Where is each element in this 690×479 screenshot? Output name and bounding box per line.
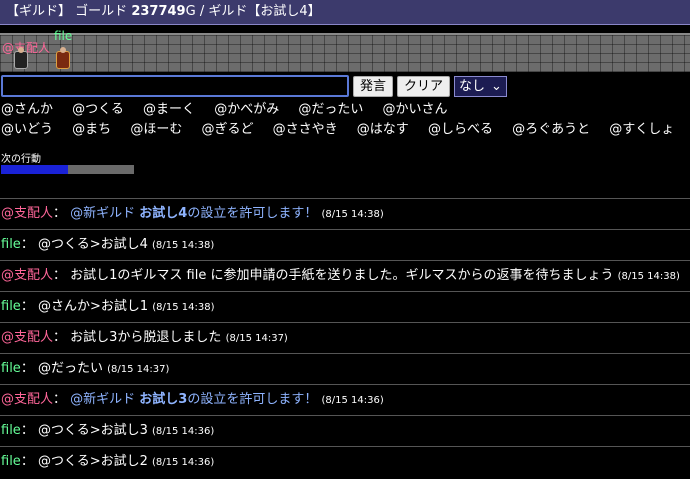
target-select[interactable]: なし ⌄	[454, 75, 507, 97]
log-separator: ：	[20, 454, 38, 469]
command-idou[interactable]: @いどう	[1, 122, 53, 137]
log-message-part: お試し3から脱退しました	[70, 330, 222, 345]
character-name-file: file	[54, 29, 73, 43]
log-entry: @支配人： お試し3から脱退しました (8/15 14:37)	[0, 322, 690, 353]
log-timestamp: (8/15 14:37)	[225, 333, 288, 344]
log-separator: ：	[53, 330, 71, 345]
log-separator: ：	[20, 361, 38, 376]
log-speaker[interactable]: file	[1, 237, 21, 252]
gold-value: 237749	[131, 4, 186, 19]
command-tsukuru[interactable]: @つくる	[72, 102, 124, 117]
command-row-2: @いどう @まち @ほーむ @ぎるど @ささやき @はなす @しらべる @ろぐあ…	[1, 120, 690, 140]
speak-button[interactable]: 発言	[353, 75, 394, 97]
log-speaker[interactable]: @支配人	[1, 268, 53, 283]
chat-log: @支配人： @新ギルド お試し4の設立を許可します！ (8/15 14:38) f…	[0, 198, 690, 477]
command-girudo[interactable]: @ぎるど	[201, 122, 253, 137]
log-timestamp: (8/15 14:38)	[152, 302, 215, 313]
command-kabegami[interactable]: @かべがみ	[214, 102, 279, 117]
log-entry: @支配人： @新ギルド お試し3の設立を許可します！ (8/15 14:36)	[0, 384, 690, 415]
target-select-value: なし	[459, 78, 486, 94]
gold-unit: G	[185, 4, 196, 19]
next-action-label: 次の行動	[1, 154, 41, 165]
log-entry: file： @つくる>お試し2 (8/15 14:36)	[0, 446, 690, 477]
log-message-part: の設立を許可します！	[187, 206, 318, 221]
log-entry: file： @だったい (8/15 14:37)	[0, 353, 690, 384]
log-message-part: @新ギルド	[70, 206, 140, 221]
log-timestamp: (8/15 14:36)	[152, 457, 215, 468]
command-shiraberu[interactable]: @しらべる	[428, 122, 493, 137]
next-action-progress	[1, 165, 134, 174]
gold-label: ゴールド	[75, 4, 128, 19]
log-separator: ：	[20, 423, 38, 438]
admin-sprite	[14, 47, 28, 69]
guild-name: / ギルド【お試し4】	[199, 4, 321, 19]
log-separator: ：	[53, 268, 71, 283]
log-separator: ：	[53, 392, 71, 407]
chat-input-row: 発言 クリア なし ⌄	[0, 75, 690, 97]
command-maaku[interactable]: @まーく	[143, 102, 195, 117]
command-roguauto[interactable]: @ろぐあうと	[512, 122, 590, 137]
clear-button[interactable]: クリア	[397, 75, 451, 97]
log-speaker[interactable]: @支配人	[1, 392, 53, 407]
log-timestamp: (8/15 14:38)	[152, 240, 215, 251]
command-row-1: @さんか @つくる @まーく @かべがみ @だったい @かいさん	[1, 100, 690, 120]
message-input[interactable]	[1, 75, 349, 97]
chevron-down-icon: ⌄	[491, 78, 502, 94]
next-action-progress-fill	[1, 165, 68, 174]
log-timestamp: (8/15 14:36)	[152, 426, 215, 437]
log-timestamp: (8/15 14:38)	[321, 209, 384, 220]
command-sanka[interactable]: @さんか	[1, 102, 53, 117]
log-message-part: @つくる>お試し2	[37, 454, 148, 469]
log-message-part: お試し1のギルマス file に参加申請の手紙を送りました。ギルマスからの返事を…	[70, 268, 614, 283]
log-message-part: @新ギルド	[70, 392, 140, 407]
command-kaisan[interactable]: @かいさん	[383, 102, 448, 117]
log-speaker[interactable]: file	[1, 454, 21, 469]
log-entry: file： @つくる>お試し4 (8/15 14:38)	[0, 229, 690, 260]
log-entry: file： @さんか>お試し1 (8/15 14:38)	[0, 291, 690, 322]
command-machi[interactable]: @まち	[72, 122, 111, 137]
log-message-part: の設立を許可します！	[187, 392, 318, 407]
log-message-part: @つくる>お試し4	[37, 237, 148, 252]
command-dattai[interactable]: @だったい	[298, 102, 363, 117]
log-message-part: @さんか>お試し1	[37, 299, 149, 314]
log-entry: @支配人： お試し1のギルマス file に参加申請の手紙を送りました。ギルマス…	[0, 260, 690, 291]
log-speaker[interactable]: @支配人	[1, 206, 53, 221]
log-speaker[interactable]: file	[1, 423, 21, 438]
log-speaker[interactable]: file	[1, 299, 21, 314]
command-hoomu[interactable]: @ほーむ	[130, 122, 182, 137]
log-timestamp: (8/15 14:36)	[321, 395, 384, 406]
guild-header: 【ギルド】 ゴールド 237749G / ギルド【お試し4】	[0, 0, 690, 25]
log-message-part: @つくる>お試し3	[37, 423, 148, 438]
command-sasayaki[interactable]: @ささやき	[273, 122, 338, 137]
log-timestamp: (8/15 14:38)	[617, 271, 680, 282]
log-message-part: お試し3	[139, 392, 188, 407]
log-speaker[interactable]: @支配人	[1, 330, 53, 345]
command-sukusho[interactable]: @すくしょ	[609, 122, 674, 137]
log-separator: ：	[53, 206, 71, 221]
log-entry: file： @つくる>お試し3 (8/15 14:36)	[0, 415, 690, 446]
log-speaker[interactable]: file	[1, 361, 21, 376]
header-prefix: 【ギルド】	[6, 4, 72, 19]
file-sprite	[56, 47, 70, 69]
log-entry: @支配人： @新ギルド お試し4の設立を許可します！ (8/15 14:38)	[0, 198, 690, 229]
command-list: @さんか @つくる @まーく @かべがみ @だったい @かいさん @いどう @ま…	[0, 100, 690, 140]
log-separator: ：	[20, 299, 38, 314]
log-message-part: @だったい	[37, 361, 103, 376]
log-separator: ：	[20, 237, 38, 252]
log-timestamp: (8/15 14:37)	[107, 364, 170, 375]
command-hanasu[interactable]: @はなす	[357, 122, 409, 137]
map-strip: @支配人 file	[0, 29, 690, 72]
log-message-part: お試し4	[139, 206, 188, 221]
